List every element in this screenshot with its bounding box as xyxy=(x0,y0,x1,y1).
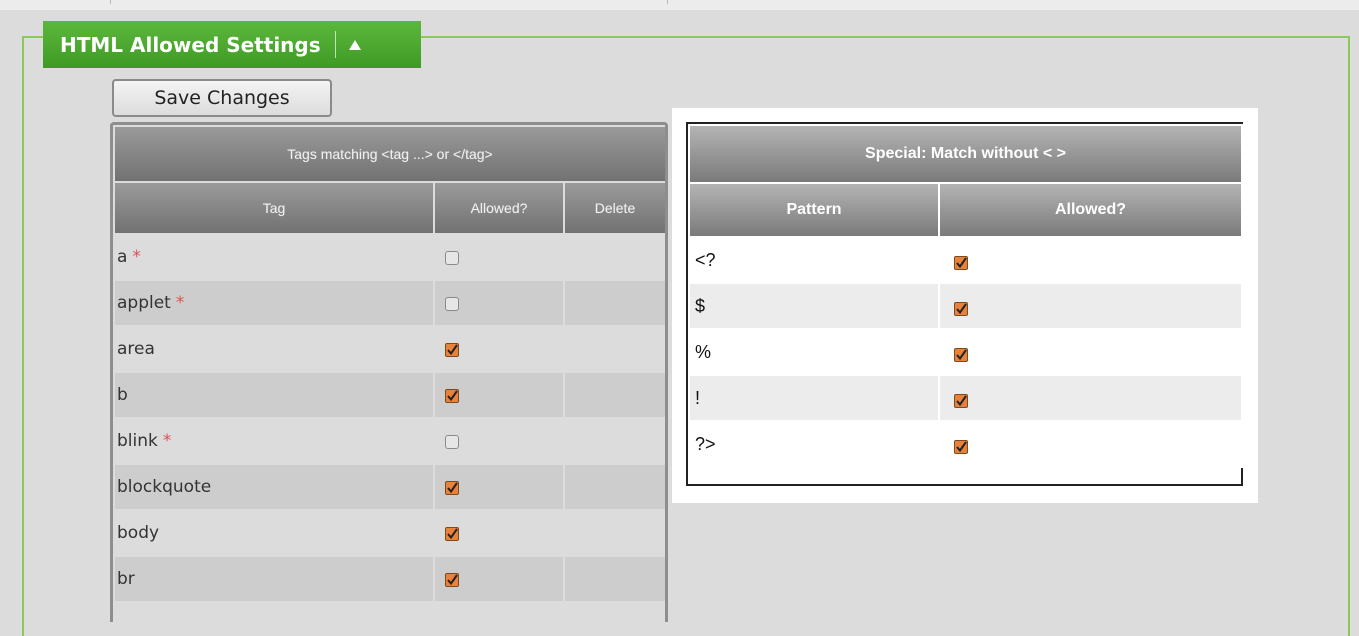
table-row: br xyxy=(113,555,665,603)
tag-cell: body xyxy=(113,509,435,557)
checkbox-checked-icon[interactable] xyxy=(445,526,459,541)
delete-cell[interactable] xyxy=(563,233,665,281)
table-row: area xyxy=(113,325,665,373)
tag-name: b xyxy=(117,385,128,405)
column-header-allowed[interactable]: Allowed? xyxy=(433,181,565,235)
top-strip xyxy=(0,0,1359,10)
special-allowed-cell xyxy=(937,282,1244,330)
table-row: <? xyxy=(688,236,1244,284)
allowed-cell xyxy=(433,371,565,419)
section-header[interactable]: HTML Allowed Settings xyxy=(43,21,421,68)
delete-cell[interactable] xyxy=(563,555,665,603)
required-marker: * xyxy=(132,247,141,267)
tag-name: blink xyxy=(117,431,158,451)
tag-name: br xyxy=(117,569,135,589)
table-row: applet * xyxy=(113,279,665,327)
pattern-cell: $ xyxy=(688,282,940,330)
allowed-cell xyxy=(433,463,565,511)
delete-cell[interactable] xyxy=(563,417,665,465)
required-marker: * xyxy=(175,293,185,313)
save-changes-button[interactable]: Save Changes xyxy=(112,79,332,117)
special-allowed-cell xyxy=(937,420,1244,468)
tag-cell: br xyxy=(113,555,435,603)
special-allowed-cell xyxy=(937,374,1244,422)
checkbox-checked-icon[interactable] xyxy=(445,342,459,357)
special-table-caption: Special: Match without < > xyxy=(687,124,1244,184)
delete-cell[interactable] xyxy=(563,325,665,373)
table-row: ! xyxy=(688,374,1244,422)
checkbox-checked-icon[interactable] xyxy=(954,346,968,362)
allowed-cell xyxy=(433,233,565,281)
checkbox-unchecked-icon[interactable] xyxy=(445,434,459,449)
pattern-cell: ! xyxy=(688,374,940,422)
table-row: % xyxy=(688,328,1244,376)
checkbox-checked-icon[interactable] xyxy=(445,572,459,587)
required-marker: * xyxy=(162,431,172,451)
tag-name: blockquote xyxy=(117,477,212,497)
delete-cell[interactable] xyxy=(563,463,665,511)
column-header-delete[interactable]: Delete xyxy=(563,181,665,235)
table-row: $ xyxy=(688,282,1244,330)
collapse-up-icon[interactable] xyxy=(345,35,365,55)
table-row: a * xyxy=(113,233,665,281)
table-row: ?> xyxy=(688,420,1244,468)
tag-name: body xyxy=(117,523,160,543)
column-header-special-allowed[interactable]: Allowed? xyxy=(937,182,1244,238)
allowed-cell xyxy=(433,555,565,603)
special-allowed-cell xyxy=(937,328,1244,376)
pattern-cell: <? xyxy=(688,236,940,284)
special-allowed-cell xyxy=(937,236,1244,284)
allowed-cell xyxy=(433,509,565,557)
checkbox-checked-icon[interactable] xyxy=(954,392,968,408)
tag-cell: a * xyxy=(113,233,435,281)
allowed-cell xyxy=(433,417,565,465)
checkbox-unchecked-icon[interactable] xyxy=(445,250,459,265)
checkbox-checked-icon[interactable] xyxy=(445,480,459,495)
tags-table-caption: Tags matching <tag ...> or </tag> xyxy=(113,125,665,183)
delete-cell[interactable] xyxy=(563,371,665,419)
tags-table: Tags matching <tag ...> or </tag> Tag Al… xyxy=(110,122,668,622)
tag-cell: area xyxy=(113,325,435,373)
tag-name: a xyxy=(117,247,128,267)
pattern-cell: ?> xyxy=(688,420,940,468)
table-row: b xyxy=(113,371,665,419)
tag-cell: blink * xyxy=(113,417,435,465)
header-separator xyxy=(334,31,336,58)
delete-cell[interactable] xyxy=(563,279,665,327)
section-title: HTML Allowed Settings xyxy=(60,32,321,57)
column-header-pattern[interactable]: Pattern xyxy=(688,182,940,238)
checkbox-checked-icon[interactable] xyxy=(954,254,968,270)
pattern-cell: % xyxy=(688,328,940,376)
tag-cell: applet * xyxy=(113,279,435,327)
checkbox-checked-icon[interactable] xyxy=(954,438,968,454)
allowed-cell xyxy=(433,279,565,327)
table-row: body xyxy=(113,509,665,557)
column-header-tag[interactable]: Tag xyxy=(113,181,435,235)
checkbox-checked-icon[interactable] xyxy=(954,300,968,316)
table-row: blink * xyxy=(113,417,665,465)
checkbox-unchecked-icon[interactable] xyxy=(445,296,459,311)
checkbox-checked-icon[interactable] xyxy=(445,388,459,403)
tag-name: area xyxy=(117,339,155,359)
tag-cell: blockquote xyxy=(113,463,435,511)
special-table: Special: Match without < > Pattern Allow… xyxy=(686,122,1244,486)
delete-cell[interactable] xyxy=(563,509,665,557)
tag-cell: b xyxy=(113,371,435,419)
tag-name: applet xyxy=(117,293,171,313)
allowed-cell xyxy=(433,325,565,373)
table-row: blockquote xyxy=(113,463,665,511)
